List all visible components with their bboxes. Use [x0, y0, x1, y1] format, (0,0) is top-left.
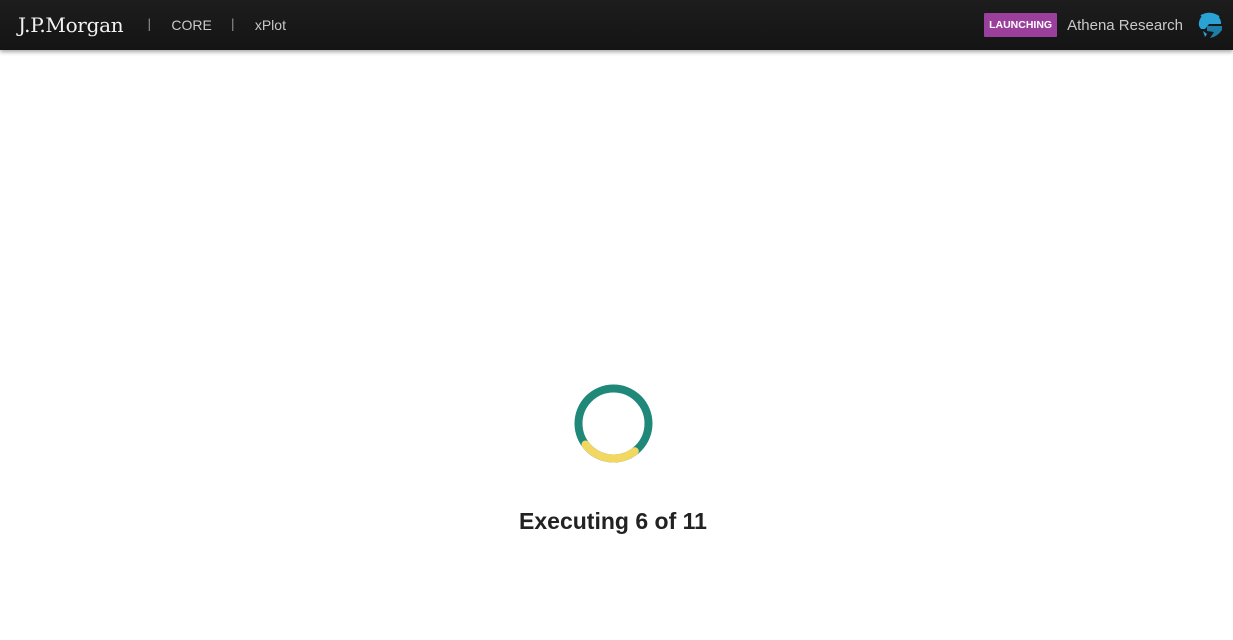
athena-helmet-icon[interactable] [1195, 10, 1225, 40]
spinner-icon [574, 384, 653, 463]
nav-link-core[interactable]: CORE [171, 17, 211, 33]
nav-separator: | [230, 17, 235, 31]
nav-separator: | [147, 17, 152, 31]
brand-logo[interactable]: J.P.Morgan [18, 13, 124, 37]
status-badge: LAUNCHING [984, 13, 1058, 37]
app-name: Athena Research [1067, 16, 1183, 34]
nav-link-xplot[interactable]: xPlot [255, 17, 286, 33]
nav-right-group: LAUNCHING Athena Research [984, 0, 1225, 50]
execution-status-text: Executing 6 of 11 [519, 508, 707, 534]
nav-left-group: J.P.Morgan | CORE | xPlot [0, 0, 306, 50]
top-navigation-bar: J.P.Morgan | CORE | xPlot LAUNCHING Athe… [0, 0, 1233, 50]
spinner-progress-arc [581, 440, 639, 463]
